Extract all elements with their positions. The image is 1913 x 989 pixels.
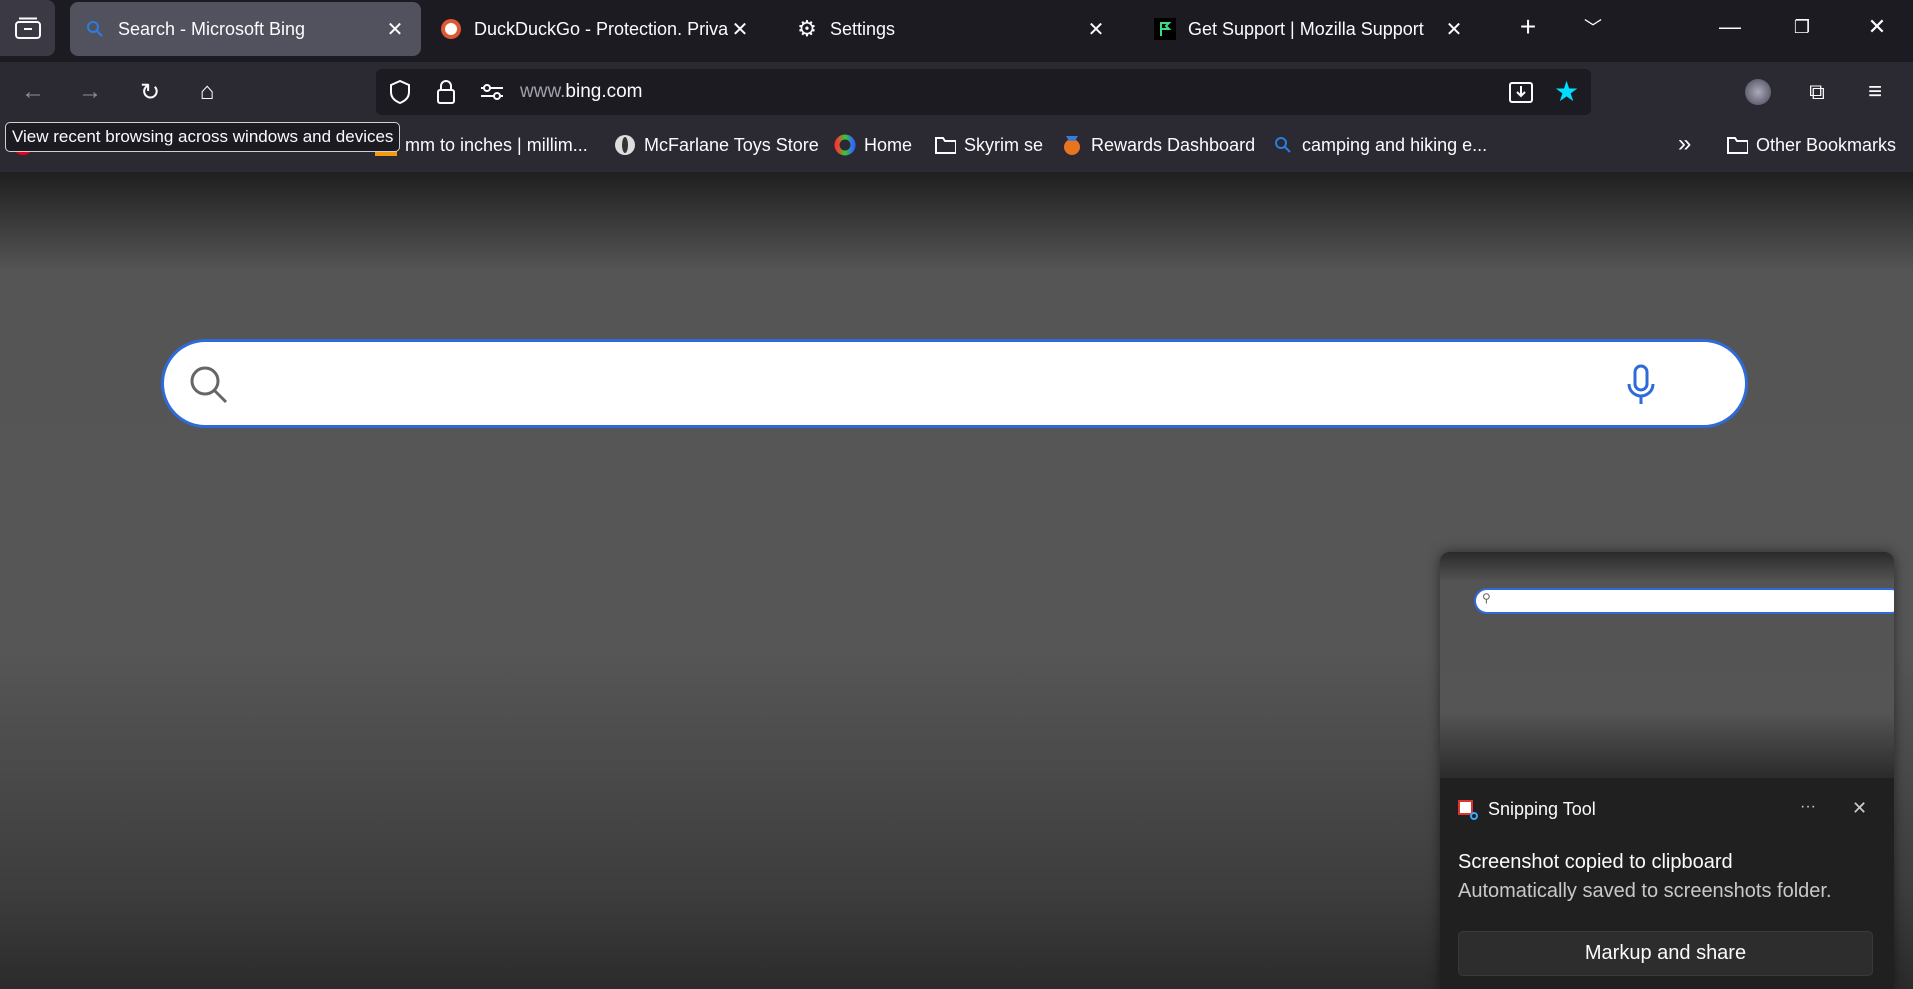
back-button[interactable]: ← <box>15 74 51 110</box>
other-bookmarks[interactable]: Other Bookmarks <box>1726 134 1896 156</box>
menu-icon[interactable]: ≡ <box>1857 74 1893 110</box>
mozilla-support-icon <box>1154 18 1176 40</box>
tab-title: DuckDuckGo - Protection. Privacy <box>474 18 728 39</box>
close-tab-icon[interactable]: ✕ <box>1442 17 1466 42</box>
bookmark-mm-to-inches[interactable]: Amm to inches | millim... <box>375 134 588 156</box>
search-input[interactable] <box>244 362 1644 406</box>
tab-settings[interactable]: ⚙ Settings ✕ <box>782 2 1122 56</box>
preview-search-box: ⚲ <box>1474 588 1894 614</box>
tab-bar: Search - Microsoft Bing ✕ DuckDuckGo - P… <box>0 0 1913 62</box>
tab-duckduckgo[interactable]: DuckDuckGo - Protection. Privacy ✕ <box>426 2 766 56</box>
toast-title: Screenshot copied to clipboard <box>1458 851 1733 873</box>
close-tab-icon[interactable]: ✕ <box>383 17 407 42</box>
bookmark-label: mm to inches | millim... <box>405 134 588 155</box>
app-name: Snipping Tool <box>1488 799 1596 819</box>
tab-title: Get Support | Mozilla Support <box>1188 18 1424 39</box>
close-window-button[interactable]: ✕ <box>1847 0 1907 54</box>
restore-button[interactable]: ❐ <box>1772 0 1832 54</box>
minimize-button[interactable]: — <box>1700 0 1760 54</box>
home-colorwheel-icon <box>834 134 856 156</box>
reload-button[interactable]: ↻ <box>132 74 168 110</box>
bookmark-label: camping and hiking e... <box>1302 134 1488 155</box>
bookmark-mcfarlane[interactable]: McFarlane Toys Store <box>614 134 819 156</box>
tab-title: Search - Microsoft Bing <box>118 18 306 39</box>
mcfarlane-icon <box>614 134 636 156</box>
rewards-medal-icon <box>1061 134 1083 156</box>
extensions-icon[interactable]: ⧉ <box>1799 74 1835 110</box>
bookmark-folder-skyrim[interactable]: Skyrim se <box>934 134 1043 156</box>
markup-and-share-button[interactable]: Markup and share <box>1458 931 1873 976</box>
search-box[interactable] <box>161 339 1748 428</box>
url-domain: bing.com <box>565 81 643 102</box>
toast-header: Snipping Tool <box>1458 799 1596 820</box>
close-tab-icon[interactable]: ✕ <box>728 17 752 42</box>
close-notification-button[interactable]: ✕ <box>1852 798 1867 819</box>
bookmark-label: Rewards Dashboard <box>1091 134 1256 155</box>
tab-bing[interactable]: Search - Microsoft Bing ✕ <box>70 2 421 56</box>
url-text[interactable]: www.bing.com <box>520 81 643 103</box>
microphone-icon[interactable] <box>1626 364 1656 411</box>
duckduckgo-icon <box>440 18 462 40</box>
snipping-tool-icon <box>1458 799 1478 820</box>
search-icon <box>84 18 106 40</box>
home-button[interactable]: ⌂ <box>189 74 225 110</box>
search-icon <box>1272 134 1294 156</box>
bookmark-rewards[interactable]: Rewards Dashboard <box>1061 134 1255 156</box>
url-prefix: www. <box>520 81 566 102</box>
firefox-view-button[interactable] <box>0 0 55 56</box>
tab-title: Settings <box>830 18 896 39</box>
url-bar[interactable]: www.bing.com ★ <box>376 69 1591 115</box>
account-avatar[interactable] <box>1740 74 1776 110</box>
close-tab-icon[interactable]: ✕ <box>1084 17 1108 42</box>
firefox-view-icon <box>14 17 41 39</box>
bookmark-label: Skyrim se <box>964 134 1044 155</box>
toast-body: Automatically saved to screenshots folde… <box>1458 880 1832 902</box>
navigation-toolbar: ← → ↻ ⌂ www.bing.com ★ ⧉ ≡ <box>0 62 1913 122</box>
bookmark-star-icon[interactable]: ★ <box>1554 75 1579 108</box>
shield-icon[interactable] <box>388 79 412 110</box>
search-icon: ⚲ <box>1482 591 1491 605</box>
bookmark-home[interactable]: Home <box>834 134 912 156</box>
bookmark-camping[interactable]: camping and hiking e... <box>1272 134 1487 156</box>
folder-icon <box>934 134 956 156</box>
more-options-button[interactable]: ··· <box>1800 798 1816 816</box>
lock-icon[interactable] <box>436 79 456 110</box>
bookmark-label: McFarlane Toys Store <box>644 134 819 155</box>
snipping-tool-notification: ⚲ Snipping Tool ··· ✕ Screenshot copied … <box>1440 552 1894 989</box>
folder-icon <box>1726 134 1748 156</box>
more-bookmarks-chevron-icon[interactable]: » <box>1678 130 1691 158</box>
new-tab-button[interactable]: + <box>1498 0 1558 54</box>
tooltip: View recent browsing across windows and … <box>5 122 401 152</box>
bookmark-label: Other Bookmarks <box>1756 134 1897 155</box>
search-icon <box>188 364 230 411</box>
bookmark-label: Home <box>864 134 913 155</box>
tab-mozilla-support[interactable]: Get Support | Mozilla Support ✕ <box>1140 2 1480 56</box>
download-icon[interactable] <box>1508 79 1534 110</box>
permissions-icon[interactable] <box>479 82 505 107</box>
forward-button[interactable]: → <box>72 74 108 110</box>
list-tabs-chevron-down-icon[interactable]: ﹀ <box>1563 0 1623 54</box>
gear-icon: ⚙ <box>797 16 817 41</box>
screenshot-preview[interactable]: ⚲ <box>1440 552 1894 778</box>
